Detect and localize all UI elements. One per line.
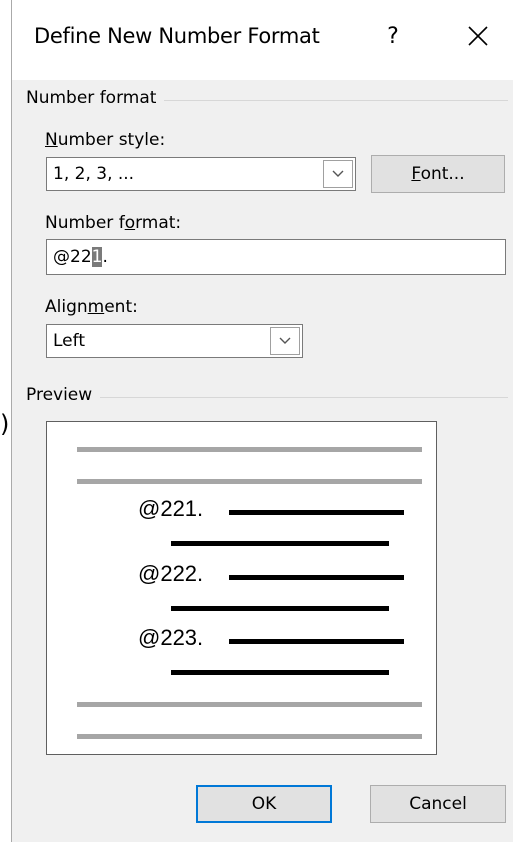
close-button[interactable] (462, 20, 494, 52)
title-bar: Define New Number Format ? (12, 0, 513, 80)
preview-text-line (171, 541, 389, 546)
dialog-title: Define New Number Format (34, 24, 320, 48)
number-style-dropdown[interactable]: 1, 2, 3, ... (46, 157, 356, 191)
preview-text-line (229, 639, 404, 644)
preview-pane: @221. @222. @223. (46, 421, 437, 755)
preview-group-label: Preview (26, 385, 101, 405)
preview-item-label: @222. (138, 561, 204, 586)
font-button[interactable]: Font... (371, 155, 505, 193)
preview-gray-line (77, 479, 422, 484)
alignment-dropdown[interactable]: Left (46, 324, 303, 358)
preview-text-line (171, 670, 389, 675)
number-format-label: Number format: (45, 213, 182, 233)
cancel-button[interactable]: Cancel (370, 785, 506, 823)
alignment-value: Left (53, 331, 85, 351)
clipped-background-text: ) (0, 410, 10, 438)
preview-gray-line (77, 734, 422, 739)
close-icon (468, 26, 488, 46)
preview-gray-line (77, 447, 422, 452)
alignment-label: Alignment: (45, 297, 138, 317)
preview-item-label: @221. (138, 496, 204, 521)
number-format-value: @221. (53, 247, 108, 267)
define-number-format-dialog: Define New Number Format ? Number format… (11, 0, 513, 842)
number-format-input[interactable]: @221. (46, 239, 506, 275)
help-button[interactable]: ? (378, 22, 408, 54)
preview-gray-line (77, 702, 422, 707)
number-style-value: 1, 2, 3, ... (53, 164, 135, 184)
selected-text: 1 (91, 247, 103, 267)
preview-item-label: @223. (138, 625, 204, 650)
chevron-down-icon (279, 337, 291, 344)
preview-text-line (171, 606, 389, 611)
preview-text-line (229, 510, 404, 515)
ok-button[interactable]: OK (196, 785, 332, 823)
number-format-group-label: Number format (26, 88, 165, 108)
alignment-dropdown-button[interactable] (270, 327, 300, 355)
number-style-dropdown-button[interactable] (323, 160, 353, 188)
chevron-down-icon (332, 170, 344, 177)
preview-text-line (229, 575, 404, 580)
number-style-label: Number style: (45, 130, 166, 150)
